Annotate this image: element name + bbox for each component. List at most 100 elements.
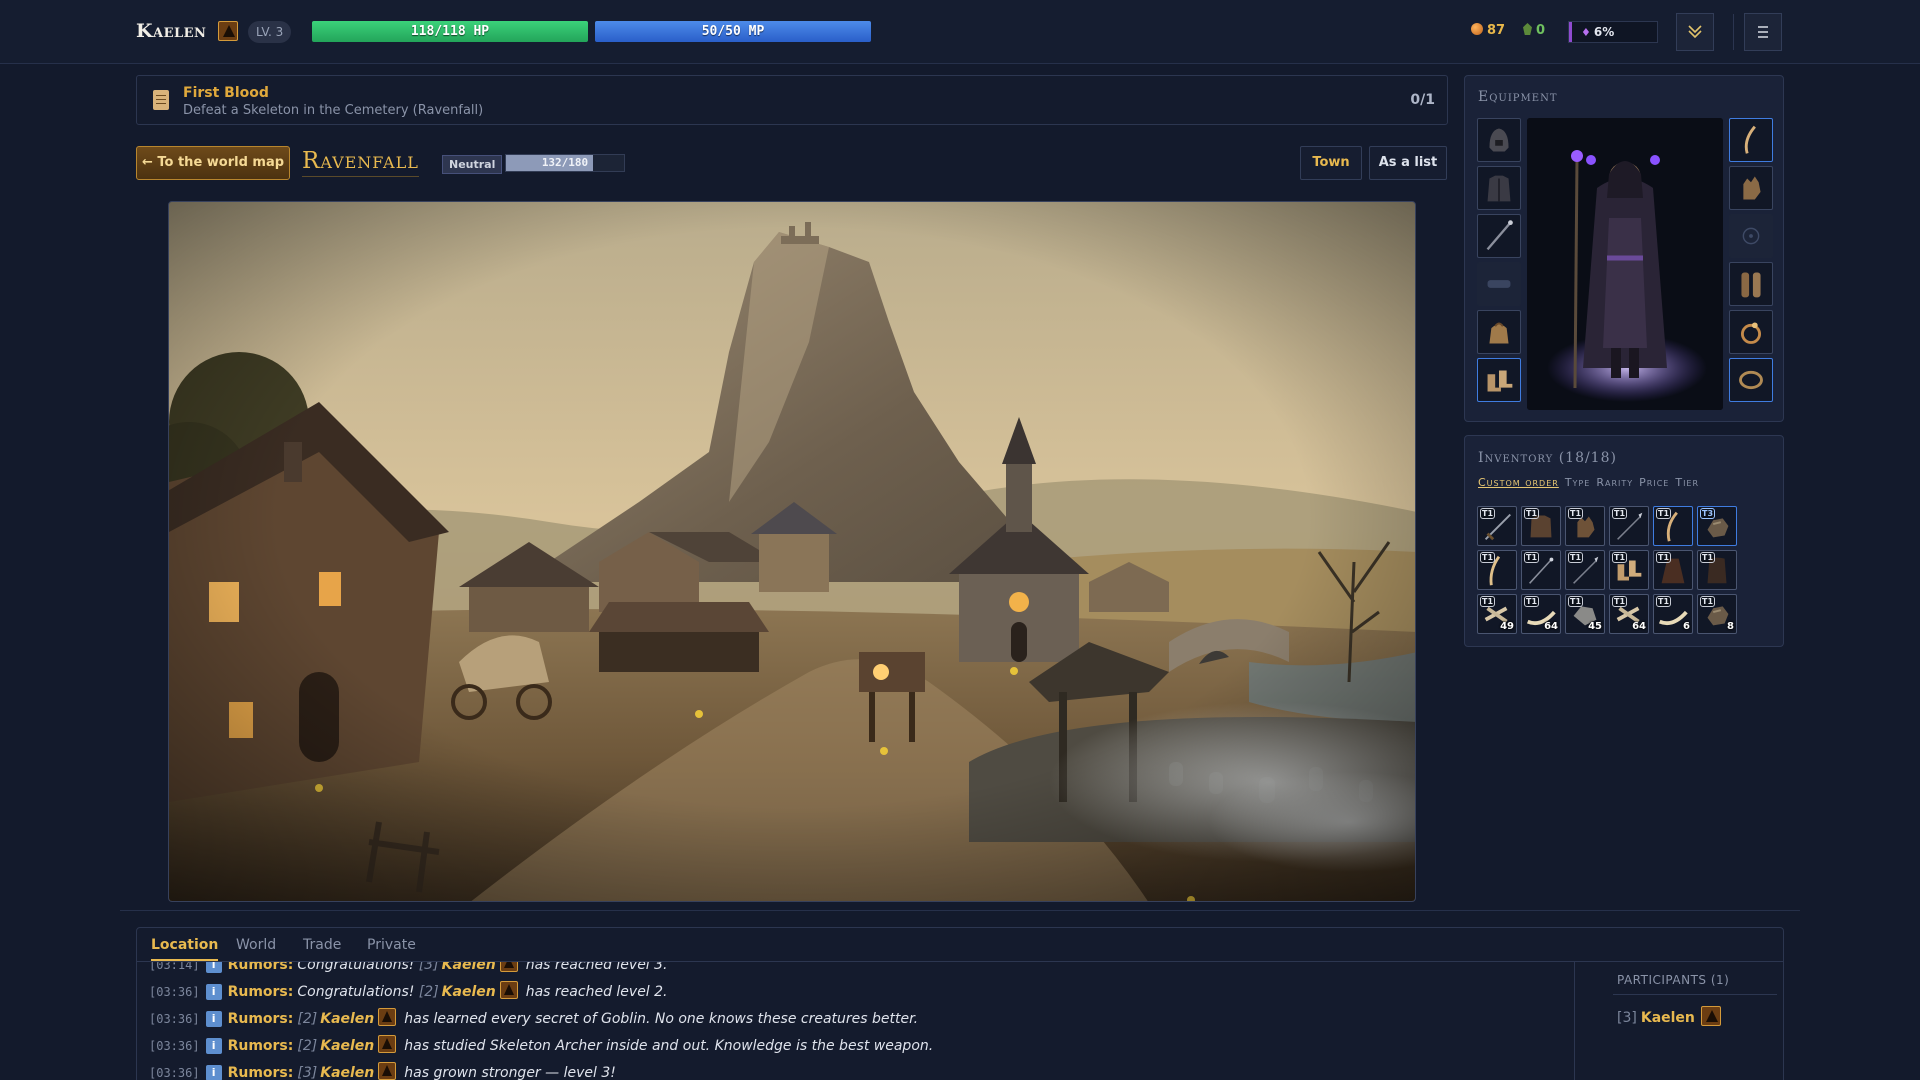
item-quantity: 49 — [1500, 621, 1514, 632]
sort-custom-order[interactable]: Custom order — [1478, 476, 1559, 489]
character-name[interactable]: Kaelen — [136, 20, 206, 42]
inventory-slot[interactable]: T1 64 — [1521, 594, 1561, 634]
gloves-icon — [1743, 176, 1761, 200]
chat-tabs: Location World Trade Private — [137, 928, 1783, 962]
equip-slot-weapon[interactable] — [1477, 214, 1521, 258]
message-player[interactable]: Kaelen — [320, 1038, 374, 1054]
tab-world[interactable]: World — [236, 937, 276, 959]
sort-rarity[interactable]: Rarity — [1596, 476, 1633, 489]
tier-badge: T1 — [1656, 508, 1672, 519]
class-badge-icon — [378, 1008, 397, 1026]
tier-badge: T1 — [1700, 596, 1716, 607]
inventory-slot[interactable]: T1 — [1565, 506, 1605, 546]
message-source: Rumors: — [227, 1011, 294, 1027]
chat-messages: [03:14] i Rumors: Congratulations! [3] Kaele… — [149, 962, 933, 1080]
message-source: Rumors: — [227, 1065, 294, 1080]
message-player[interactable]: Kaelen — [320, 1011, 374, 1027]
inventory-slot[interactable]: T1 — [1521, 550, 1561, 590]
participant-name[interactable]: Kaelen — [1641, 1010, 1695, 1026]
inventory-slot[interactable]: T3 — [1697, 506, 1737, 546]
tab-private[interactable]: Private — [367, 937, 416, 959]
inventory-slot[interactable]: T1 — [1477, 550, 1517, 590]
location-scene[interactable] — [168, 201, 1416, 902]
alignment-badge: Neutral — [442, 155, 503, 174]
equip-slot-bracers[interactable] — [1729, 262, 1773, 306]
message-player[interactable]: Kaelen — [320, 1065, 374, 1080]
inventory-slot[interactable]: T1 — [1477, 506, 1517, 546]
participants-title: PARTICIPANTS (1) — [1617, 973, 1730, 987]
toolbar-divider — [1733, 14, 1734, 50]
tab-location[interactable]: Location — [151, 937, 219, 961]
message-source: Rumors: — [227, 962, 294, 973]
sort-price[interactable]: Price — [1639, 476, 1669, 489]
message-source: Rumors: — [227, 1038, 294, 1054]
message-player[interactable]: Kaelen — [442, 962, 496, 973]
inventory-slot[interactable]: T1 — [1653, 550, 1693, 590]
gold-coin-icon — [1471, 23, 1483, 35]
tier-badge: T1 — [1656, 596, 1672, 607]
class-badge-icon — [378, 1035, 397, 1053]
xp-percent: 6% — [1577, 25, 1614, 39]
message-time: [03:36] — [149, 1039, 200, 1053]
equip-slot-bag[interactable] — [1477, 310, 1521, 354]
world-map-button[interactable]: ← To the world map — [136, 146, 290, 180]
inventory-slot[interactable]: T1 — [1609, 550, 1649, 590]
participants-divider — [1613, 994, 1777, 995]
participants-list: PARTICIPANTS (1) [3] Kaelen — [1603, 962, 1783, 1080]
inventory-slot[interactable]: T1 — [1565, 550, 1605, 590]
gem-icon — [1523, 23, 1532, 35]
equip-slot-gloves[interactable] — [1729, 166, 1773, 210]
staff-icon — [1486, 220, 1513, 251]
sort-tier[interactable]: Tier — [1675, 476, 1699, 489]
active-quest[interactable]: First Blood Defeat a Skeleton in the Cem… — [136, 75, 1448, 125]
info-icon: i — [205, 962, 222, 973]
inventory-slot[interactable]: T1 49 — [1477, 594, 1517, 634]
inventory-slot[interactable]: T1 — [1653, 506, 1693, 546]
hamburger-menu-icon — [1758, 26, 1768, 38]
equip-slot-ring-empty[interactable] — [1729, 214, 1773, 258]
tab-trade[interactable]: Trade — [303, 937, 341, 959]
equip-slot-ring[interactable] — [1729, 310, 1773, 354]
tier-badge: T1 — [1700, 552, 1716, 563]
inventory-slot[interactable]: T1 8 — [1697, 594, 1737, 634]
inventory-slot[interactable]: T1 — [1609, 506, 1649, 546]
menu-button[interactable] — [1744, 13, 1782, 51]
chevron-collapse-icon — [1688, 25, 1702, 39]
sort-type[interactable]: Type — [1565, 476, 1591, 489]
inventory-slot[interactable]: T1 6 — [1653, 594, 1693, 634]
tier-badge: T1 — [1568, 552, 1584, 563]
message-text: has grown stronger — level 3! — [404, 1065, 616, 1080]
inventory-sort-options: Custom order Type Rarity Price Tier — [1478, 476, 1705, 489]
inventory-panel: Inventory (18/18) Custom order Type Rarity… — [1464, 435, 1784, 647]
tier-badge: T1 — [1524, 596, 1540, 607]
town-button[interactable]: Town — [1300, 146, 1362, 180]
mp-bar-text: 50/50 MP — [701, 24, 765, 39]
message-prefix: Congratulations! — [297, 962, 415, 973]
dagger-icon — [1744, 125, 1756, 154]
item-quantity: 64 — [1632, 621, 1646, 632]
participant-item[interactable]: [3] Kaelen — [1617, 1006, 1721, 1026]
location-progress-bar: 132/180 — [505, 154, 625, 172]
inventory-slot[interactable]: T1 — [1697, 550, 1737, 590]
inventory-slot[interactable]: T1 64 — [1609, 594, 1649, 634]
message-player[interactable]: Kaelen — [442, 984, 496, 1000]
message-level: [3] — [297, 1065, 318, 1080]
gem-counter: 0 — [1523, 23, 1545, 38]
tier-badge: T1 — [1612, 596, 1628, 607]
inventory-slot[interactable]: T1 45 — [1565, 594, 1605, 634]
tier-badge: T1 — [1612, 508, 1628, 519]
equip-slot-chest[interactable] — [1477, 166, 1521, 210]
equip-slot-amulet[interactable] — [1729, 358, 1773, 402]
chat-log[interactable]: [03:14] i Rumors: Congratulations! [3] Kaele… — [149, 962, 1575, 1080]
mage-portrait-icon — [1527, 118, 1723, 410]
hp-bar: 118/118 HP — [312, 21, 588, 42]
message-level: [2] — [418, 984, 439, 1000]
list-view-button[interactable]: As a list — [1369, 146, 1447, 180]
equip-slot-empty[interactable] — [1477, 262, 1521, 306]
inventory-slot[interactable]: T1 — [1521, 506, 1561, 546]
equip-slot-boots[interactable] — [1477, 358, 1521, 402]
equip-slot-helmet[interactable] — [1477, 118, 1521, 162]
collapse-button[interactable] — [1676, 13, 1714, 51]
message-prefix: Congratulations! — [297, 984, 415, 1000]
equip-slot-offhand[interactable] — [1729, 118, 1773, 162]
